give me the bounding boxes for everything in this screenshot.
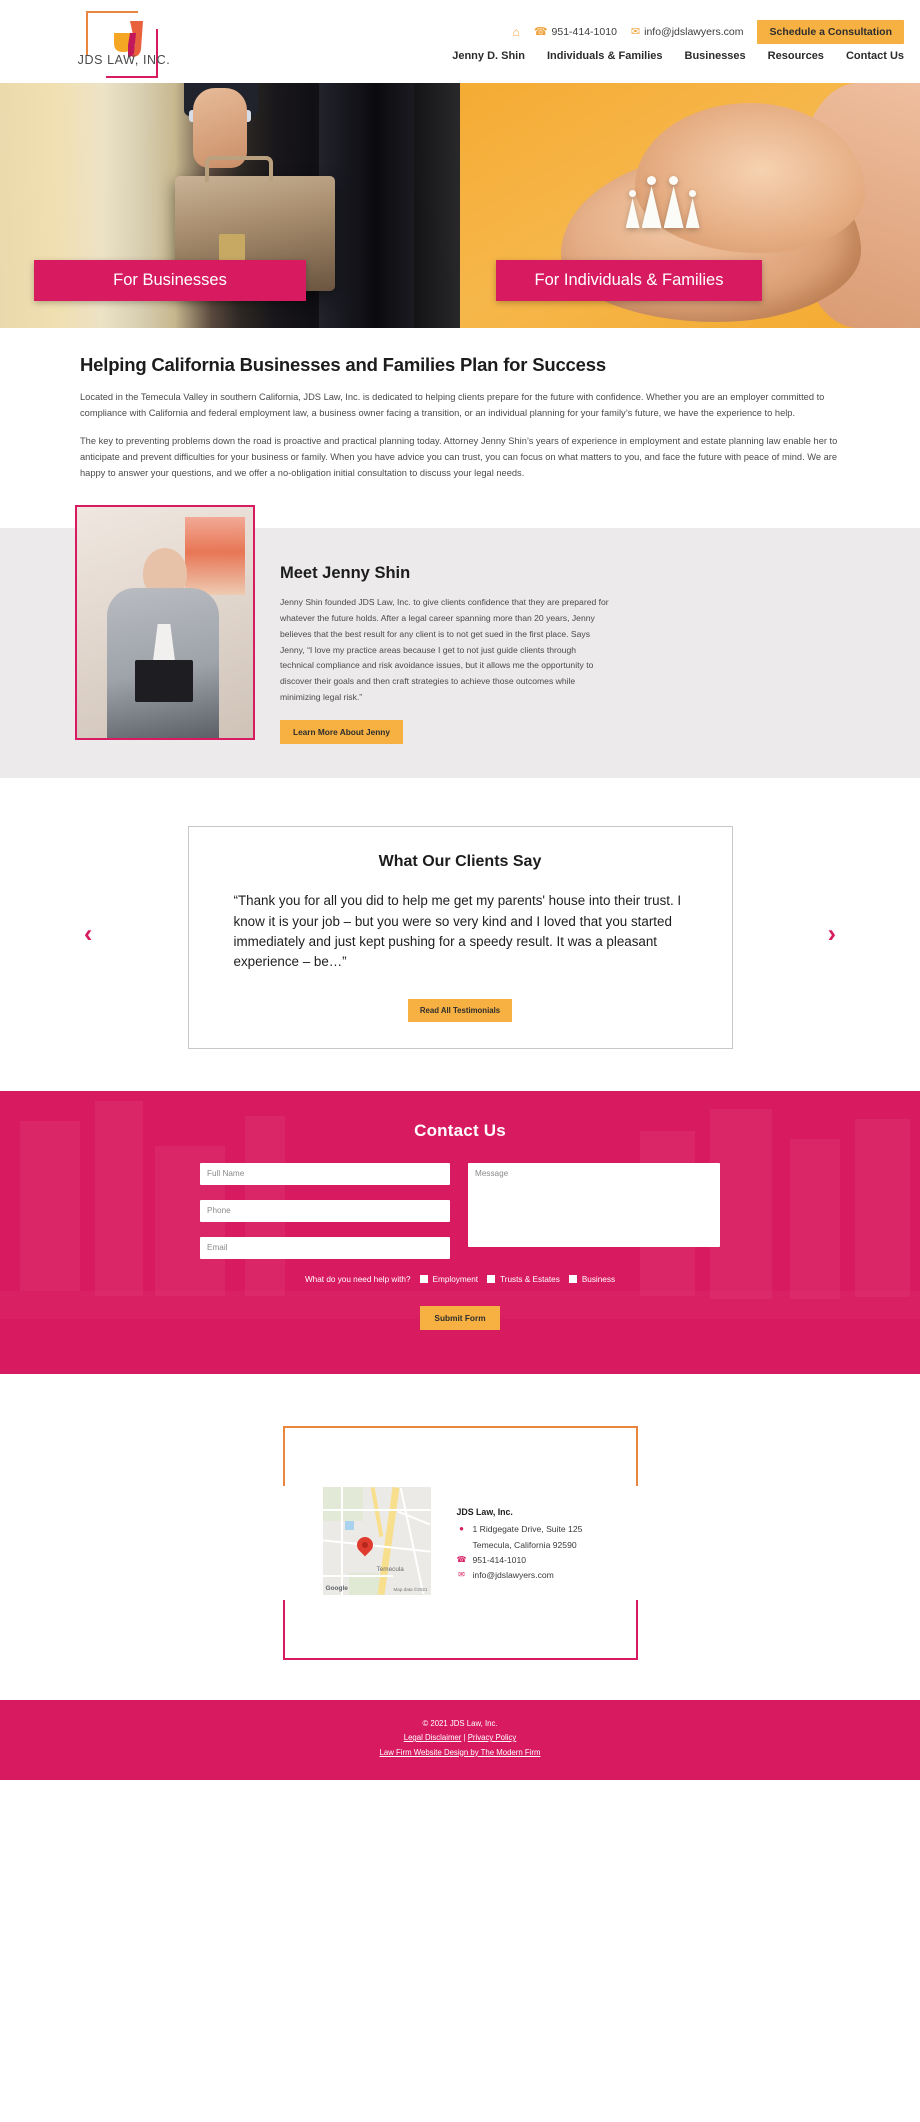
homepage: JDS LAW, INC. ⌂ ☎ 951-414-1010 ✉ info@jd… [0,0,920,1780]
address-line-1: 1 Ridgegate Drive, Suite 125 [472,1524,583,1535]
intro-section: Helping California Businesses and Famili… [0,328,920,528]
option-trusts-estates-label: Trusts & Estates [500,1274,560,1284]
testimonial-prev-arrow-icon[interactable]: ‹ [84,921,92,947]
header-phone-text: 951-414-1010 [551,26,617,38]
location-email[interactable]: info@jdslawyers.com [473,1568,554,1583]
map-attribution: Map data ©2021 [393,1586,428,1592]
mail-icon: ✉ [630,25,641,38]
header-contact-bar: ⌂ ☎ 951-414-1010 ✉ info@jdslawyers.com S… [513,20,904,44]
location-phone[interactable]: 951-414-1010 [473,1553,527,1568]
meet-body: Jenny Shin founded JDS Law, Inc. to give… [280,596,609,703]
location-address-block: JDS Law, Inc. ● 1 Ridgegate Drive, Suite… [457,1487,583,1595]
nav-item-jenny-d-shin[interactable]: Jenny D. Shin [452,50,525,62]
option-business[interactable]: Business [568,1274,616,1284]
hero-label-businesses[interactable]: For Businesses [34,260,306,301]
address-row: ● 1 Ridgegate Drive, Suite 125 [457,1522,583,1537]
email-row: ✉ info@jdslawyers.com [457,1568,583,1583]
read-all-testimonials-button[interactable]: Read All Testimonials [407,998,513,1022]
checkbox-trusts-estates[interactable] [487,1275,496,1284]
option-trusts-estates[interactable]: Trusts & Estates [487,1275,560,1284]
contact-section: Contact Us What do you need help with? E… [0,1090,920,1374]
location-frame: Temecula Google Map data ©2021 JDS Law, … [282,1425,638,1660]
nav-item-businesses[interactable]: Businesses [685,50,746,62]
page-title: Helping California Businesses and Famili… [80,354,606,375]
intro-paragraph-2: The key to preventing problems down the … [80,435,838,478]
location-section: Temecula Google Map data ©2021 JDS Law, … [0,1373,920,1700]
option-employment[interactable]: Employment [419,1274,479,1284]
hero-pane-individuals[interactable]: For Individuals & Families [460,83,920,328]
site-footer: © 2021 JDS Law, Inc. Legal Disclaimer | … [0,1699,920,1780]
schedule-consultation-button[interactable]: Schedule a Consultation [757,20,904,44]
home-icon[interactable]: ⌂ [513,26,520,38]
header-phone[interactable]: ☎ 951-414-1010 [534,26,617,38]
testimonials-section: ‹ › What Our Clients Say “Thank you for … [0,778,920,1091]
header-email-text: info@jdslawyers.com [644,26,744,38]
phone-row: ☎ 951-414-1010 [457,1553,583,1568]
testimonial-quote: “Thank you for all you did to help me ge… [233,893,682,970]
phone-icon: ☎ [533,25,548,38]
phone-input[interactable] [200,1199,450,1222]
main-navigation: Jenny D. Shin Individuals & Families Bus… [452,50,904,62]
mail-icon: ✉ [458,1570,465,1580]
checkbox-business[interactable] [568,1275,577,1284]
nav-item-contact-us[interactable]: Contact Us [846,50,904,62]
portrait-folder [135,659,193,702]
jenny-shin-portrait [75,504,255,740]
help-with-label: What do you need help with? [304,1274,411,1284]
submit-form-button[interactable]: Submit Form [420,1305,500,1330]
hero-label-individuals-families[interactable]: For Individuals & Families [496,260,762,301]
footer-link-privacy-policy[interactable]: Privacy Policy [468,1733,517,1742]
nav-item-individuals-families[interactable]: Individuals & Families [547,50,663,62]
option-employment-label: Employment [432,1274,479,1284]
testimonial-next-arrow-icon[interactable]: › [828,921,836,947]
site-logo[interactable]: JDS LAW, INC. [78,9,170,78]
header-email[interactable]: ✉ info@jdslawyers.com [631,26,744,38]
footer-copyright: © 2021 JDS Law, Inc. [422,1718,498,1728]
footer-links: Legal Disclaimer | Privacy Policy [0,1731,920,1745]
option-business-label: Business [581,1274,616,1284]
contact-heading: Contact Us [414,1120,506,1140]
email-input[interactable] [200,1236,450,1259]
hero-banner: For Businesses For Individuals & Familie… [0,83,920,328]
nav-item-resources[interactable]: Resources [768,50,824,62]
footer-link-legal-disclaimer[interactable]: Legal Disclaimer [404,1733,462,1742]
learn-more-about-jenny-button[interactable]: Learn More About Jenny [280,720,403,745]
phone-icon: ☎ [456,1554,467,1564]
address-line-2: Temecula, California 92590 [472,1539,577,1550]
map-pin-icon [353,1533,376,1556]
checkbox-employment[interactable] [419,1275,428,1284]
footer-link-credit[interactable]: Law Firm Website Design by The Modern Fi… [380,1748,541,1757]
message-textarea[interactable] [468,1162,720,1247]
testimonials-heading: What Our Clients Say [378,853,542,871]
help-with-options: What do you need help with? Employment T… [200,1275,720,1284]
google-logo: Google [325,1584,348,1592]
portrait-wall-art [185,516,245,595]
site-header: JDS LAW, INC. ⌂ ☎ 951-414-1010 ✉ info@jd… [0,0,920,83]
testimonial-card: What Our Clients Say “Thank you for all … [187,826,733,1049]
meet-attorney-section: Meet Jenny Shin Jenny Shin founded JDS L… [0,504,920,779]
map-marker-icon: ● [459,1524,464,1534]
location-map[interactable]: Temecula Google Map data ©2021 [322,1486,431,1595]
map-city-label: Temecula [376,1565,404,1573]
contact-form [200,1162,720,1259]
meet-heading: Meet Jenny Shin [280,563,411,582]
full-name-input[interactable] [200,1162,450,1185]
hero-paper-family-icon [625,176,700,229]
firm-name: JDS Law, Inc. [456,1506,513,1517]
logo-text: JDS LAW, INC. [77,53,171,67]
intro-paragraph-1: Located in the Temecula Valley in southe… [80,392,825,418]
hero-pane-businesses[interactable]: For Businesses [0,83,460,328]
